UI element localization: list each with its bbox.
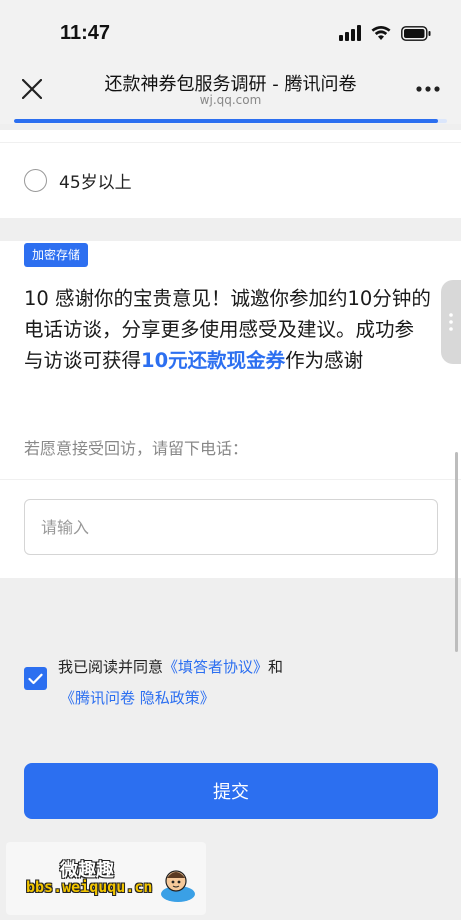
- battery-icon: [401, 25, 431, 41]
- agreement-middle: 和: [268, 658, 284, 676]
- radio-button[interactable]: [24, 169, 47, 192]
- divider: [0, 479, 461, 480]
- question-card: 加密存储 10 感谢你的宝贵意见！诚邀你参加约10分钟的电话访谈，分享更多使用感…: [0, 241, 461, 578]
- nav-bar: 还款神券包服务调研 - 腾讯问卷 wj.qq.com: [0, 62, 461, 124]
- respondent-agreement-link[interactable]: 《填答者协议》: [163, 658, 268, 676]
- agreement-line2: 《腾讯问卷 隐私政策》: [60, 684, 215, 713]
- privacy-policy-link[interactable]: 《腾讯问卷 隐私政策》: [60, 689, 215, 707]
- more-dots-icon: [416, 86, 440, 92]
- watermark-url: bbs.weiququ.cn: [26, 878, 153, 896]
- scrollbar[interactable]: [455, 452, 458, 652]
- vertical-dots-icon: [449, 313, 453, 331]
- submit-button[interactable]: 提交: [24, 763, 438, 819]
- side-handle[interactable]: [441, 280, 461, 364]
- wifi-icon: [371, 25, 391, 40]
- close-icon: [22, 79, 42, 99]
- question-highlight: 10元还款现金券: [141, 349, 286, 372]
- more-button[interactable]: [411, 76, 445, 102]
- status-bar: 11:47: [0, 0, 461, 62]
- encrypted-storage-badge: 加密存储: [24, 243, 89, 267]
- close-button[interactable]: [16, 73, 48, 105]
- agreement-text: 我已阅读并同意《填答者协议》和: [58, 653, 428, 682]
- cellular-signal-icon: [339, 25, 361, 41]
- page-url: wj.qq.com: [199, 93, 262, 107]
- question-text-part2: 作为感谢: [285, 349, 364, 372]
- progress-fill: [14, 119, 439, 123]
- agreement-checkbox[interactable]: [24, 667, 47, 690]
- mascot-icon: [161, 870, 195, 902]
- radio-option-label: 45岁以上: [59, 173, 132, 193]
- agreement-prefix: 我已阅读并同意: [58, 658, 164, 676]
- watermark-logo: 微趣趣 bbs.weiququ.cn: [6, 842, 206, 915]
- phone-input[interactable]: [24, 499, 438, 555]
- status-time: 11:47: [60, 22, 111, 44]
- checkmark-icon: [28, 673, 43, 684]
- progress-bar: [14, 119, 447, 123]
- status-icons: [339, 25, 431, 41]
- divider: [0, 142, 461, 143]
- phone-hint: 若愿意接受回访，请留下电话：: [24, 439, 249, 458]
- question-text: 10 感谢你的宝贵意见！诚邀你参加约10分钟的电话访谈，分享更多使用感受及建议。…: [24, 283, 431, 376]
- option-card: 45岁以上: [0, 130, 461, 218]
- radio-option[interactable]: 45岁以上: [24, 168, 132, 193]
